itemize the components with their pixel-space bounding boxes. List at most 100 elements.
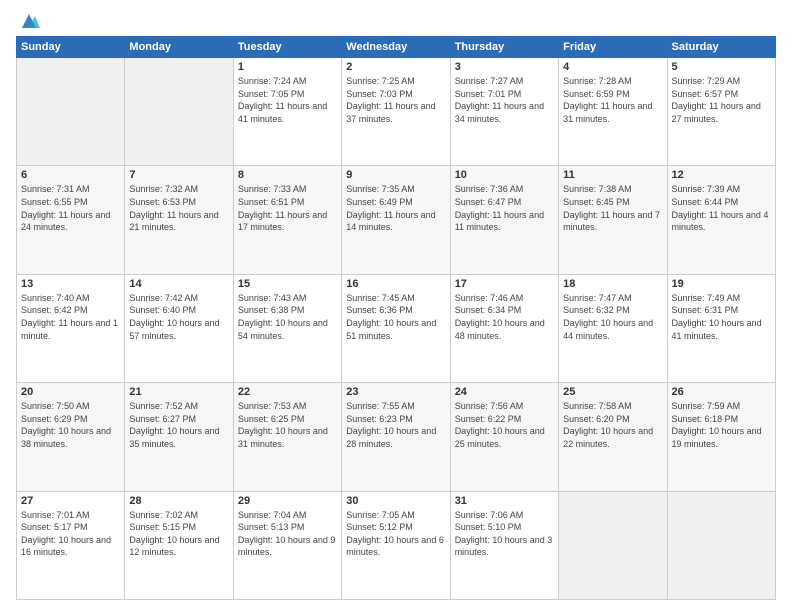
day-number: 23 (346, 386, 445, 398)
day-number: 10 (455, 169, 554, 181)
calendar-cell: 17Sunrise: 7:46 AM Sunset: 6:34 PM Dayli… (450, 274, 558, 382)
day-number: 25 (563, 386, 662, 398)
day-number: 17 (455, 278, 554, 290)
day-info: Sunrise: 7:45 AM Sunset: 6:36 PM Dayligh… (346, 292, 445, 342)
calendar-cell (559, 491, 667, 599)
calendar-cell (125, 58, 233, 166)
day-info: Sunrise: 7:04 AM Sunset: 5:13 PM Dayligh… (238, 509, 337, 559)
calendar-cell: 26 Sunrise: 7:59 AM Sunset: 6:18 PM Dayli… (667, 383, 775, 491)
weekday-header-saturday: Saturday (667, 37, 775, 58)
day-info: Sunrise: 7:53 AM Sunset: 6:25 PM Dayligh… (238, 400, 337, 450)
day-number: 13 (21, 278, 120, 290)
calendar-cell: 15 Sunrise: 7:43 AM Sunset: 6:38 PM Dayli… (233, 274, 341, 382)
calendar-cell: 14Sunrise: 7:42 AM Sunset: 6:40 PM Dayli… (125, 274, 233, 382)
calendar-cell: 13Sunrise: 7:40 AM Sunset: 6:42 PM Dayli… (17, 274, 125, 382)
page: SundayMondayTuesdayWednesdayThursdayFrid… (0, 0, 792, 612)
day-number: 21 (129, 386, 228, 398)
day-info: Sunrise: 7:01 AM Sunset: 5:17 PM Dayligh… (21, 509, 120, 559)
calendar-cell: 23 Sunrise: 7:55 AM Sunset: 6:23 PM Dayli… (342, 383, 450, 491)
calendar-cell: 28 Sunrise: 7:02 AM Sunset: 5:15 PM Dayli… (125, 491, 233, 599)
day-number: 3 (455, 61, 554, 73)
calendar-week-row: 20Sunrise: 7:50 AM Sunset: 6:29 PM Dayli… (17, 383, 776, 491)
calendar-cell: 10 Sunrise: 7:36 AM Sunset: 6:47 PM Dayli… (450, 166, 558, 274)
day-info: Sunrise: 7:35 AM Sunset: 6:49 PM Dayligh… (346, 183, 445, 233)
weekday-header-wednesday: Wednesday (342, 37, 450, 58)
day-info: Sunrise: 7:29 AM Sunset: 6:57 PM Dayligh… (672, 75, 771, 125)
calendar-week-row: 13Sunrise: 7:40 AM Sunset: 6:42 PM Dayli… (17, 274, 776, 382)
day-number: 5 (672, 61, 771, 73)
calendar-cell: 21 Sunrise: 7:52 AM Sunset: 6:27 PM Dayli… (125, 383, 233, 491)
calendar-cell: 3 Sunrise: 7:27 AM Sunset: 7:01 PM Daylig… (450, 58, 558, 166)
calendar-cell: 31 Sunrise: 7:06 AM Sunset: 5:10 PM Dayli… (450, 491, 558, 599)
weekday-header-tuesday: Tuesday (233, 37, 341, 58)
calendar-cell: 22 Sunrise: 7:53 AM Sunset: 6:25 PM Dayli… (233, 383, 341, 491)
day-number: 4 (563, 61, 662, 73)
day-number: 30 (346, 495, 445, 507)
calendar-cell (667, 491, 775, 599)
day-info: Sunrise: 7:28 AM Sunset: 6:59 PM Dayligh… (563, 75, 662, 125)
day-number: 19 (672, 278, 771, 290)
day-info: Sunrise: 7:24 AM Sunset: 7:05 PM Dayligh… (238, 75, 337, 125)
logo (16, 12, 40, 28)
calendar-cell: 9 Sunrise: 7:35 AM Sunset: 6:49 PM Daylig… (342, 166, 450, 274)
calendar-cell: 27 Sunrise: 7:01 AM Sunset: 5:17 PM Dayli… (17, 491, 125, 599)
day-number: 15 (238, 278, 337, 290)
weekday-header-monday: Monday (125, 37, 233, 58)
day-number: 1 (238, 61, 337, 73)
day-info: Sunrise: 7:49 AM Sunset: 6:31 PM Dayligh… (672, 292, 771, 342)
calendar-cell: 11 Sunrise: 7:38 AM Sunset: 6:45 PM Dayli… (559, 166, 667, 274)
day-number: 20 (21, 386, 120, 398)
day-number: 28 (129, 495, 228, 507)
day-number: 24 (455, 386, 554, 398)
calendar-cell: 8Sunrise: 7:33 AM Sunset: 6:51 PM Daylig… (233, 166, 341, 274)
logo-icon (18, 10, 40, 32)
day-number: 11 (563, 169, 662, 181)
day-info: Sunrise: 7:31 AM Sunset: 6:55 PM Dayligh… (21, 183, 120, 233)
day-info: Sunrise: 7:32 AM Sunset: 6:53 PM Dayligh… (129, 183, 228, 233)
weekday-header-thursday: Thursday (450, 37, 558, 58)
calendar-cell: 18Sunrise: 7:47 AM Sunset: 6:32 PM Dayli… (559, 274, 667, 382)
header (16, 12, 776, 28)
day-info: Sunrise: 7:59 AM Sunset: 6:18 PM Dayligh… (672, 400, 771, 450)
calendar-cell (17, 58, 125, 166)
day-info: Sunrise: 7:47 AM Sunset: 6:32 PM Dayligh… (563, 292, 662, 342)
day-number: 9 (346, 169, 445, 181)
calendar-week-row: 27 Sunrise: 7:01 AM Sunset: 5:17 PM Dayli… (17, 491, 776, 599)
calendar-cell: 2 Sunrise: 7:25 AM Sunset: 7:03 PM Daylig… (342, 58, 450, 166)
calendar-week-row: 6 Sunrise: 7:31 AM Sunset: 6:55 PM Daylig… (17, 166, 776, 274)
calendar: SundayMondayTuesdayWednesdayThursdayFrid… (16, 36, 776, 600)
day-info: Sunrise: 7:52 AM Sunset: 6:27 PM Dayligh… (129, 400, 228, 450)
day-info: Sunrise: 7:55 AM Sunset: 6:23 PM Dayligh… (346, 400, 445, 450)
calendar-cell: 5 Sunrise: 7:29 AM Sunset: 6:57 PM Daylig… (667, 58, 775, 166)
calendar-cell: 29Sunrise: 7:04 AM Sunset: 5:13 PM Dayli… (233, 491, 341, 599)
day-info: Sunrise: 7:27 AM Sunset: 7:01 PM Dayligh… (455, 75, 554, 125)
weekday-header-friday: Friday (559, 37, 667, 58)
day-info: Sunrise: 7:39 AM Sunset: 6:44 PM Dayligh… (672, 183, 771, 233)
day-info: Sunrise: 7:56 AM Sunset: 6:22 PM Dayligh… (455, 400, 554, 450)
calendar-cell: 7 Sunrise: 7:32 AM Sunset: 6:53 PM Daylig… (125, 166, 233, 274)
calendar-cell: 19 Sunrise: 7:49 AM Sunset: 6:31 PM Dayli… (667, 274, 775, 382)
day-number: 31 (455, 495, 554, 507)
day-number: 7 (129, 169, 228, 181)
day-number: 14 (129, 278, 228, 290)
calendar-week-row: 1 Sunrise: 7:24 AM Sunset: 7:05 PM Daylig… (17, 58, 776, 166)
day-info: Sunrise: 7:38 AM Sunset: 6:45 PM Dayligh… (563, 183, 662, 233)
day-info: Sunrise: 7:43 AM Sunset: 6:38 PM Dayligh… (238, 292, 337, 342)
calendar-cell: 20Sunrise: 7:50 AM Sunset: 6:29 PM Dayli… (17, 383, 125, 491)
day-number: 16 (346, 278, 445, 290)
day-info: Sunrise: 7:05 AM Sunset: 5:12 PM Dayligh… (346, 509, 445, 559)
day-number: 6 (21, 169, 120, 181)
day-info: Sunrise: 7:06 AM Sunset: 5:10 PM Dayligh… (455, 509, 554, 559)
day-number: 22 (238, 386, 337, 398)
day-info: Sunrise: 7:36 AM Sunset: 6:47 PM Dayligh… (455, 183, 554, 233)
day-number: 27 (21, 495, 120, 507)
calendar-cell: 6 Sunrise: 7:31 AM Sunset: 6:55 PM Daylig… (17, 166, 125, 274)
day-info: Sunrise: 7:25 AM Sunset: 7:03 PM Dayligh… (346, 75, 445, 125)
calendar-cell: 16 Sunrise: 7:45 AM Sunset: 6:36 PM Dayli… (342, 274, 450, 382)
day-number: 2 (346, 61, 445, 73)
calendar-header-row: SundayMondayTuesdayWednesdayThursdayFrid… (17, 37, 776, 58)
calendar-cell: 4 Sunrise: 7:28 AM Sunset: 6:59 PM Daylig… (559, 58, 667, 166)
day-info: Sunrise: 7:02 AM Sunset: 5:15 PM Dayligh… (129, 509, 228, 559)
day-number: 26 (672, 386, 771, 398)
calendar-cell: 24 Sunrise: 7:56 AM Sunset: 6:22 PM Dayli… (450, 383, 558, 491)
